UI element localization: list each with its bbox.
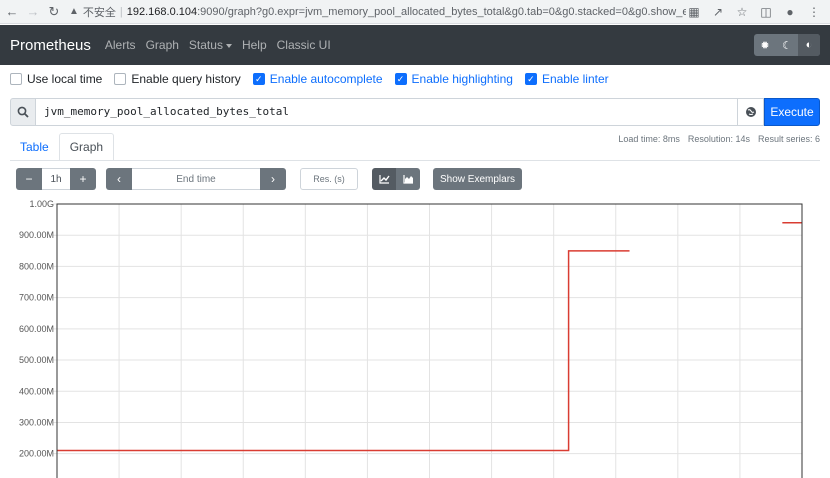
area-chart-icon[interactable] bbox=[396, 168, 420, 190]
enable-linter-label: Enable linter bbox=[541, 72, 609, 86]
enable-query-history-checkbox[interactable]: Enable query history bbox=[114, 72, 241, 86]
warning-icon: ▲ bbox=[69, 6, 79, 17]
chart-canvas: 1.00G 900.00M 800.00M 700.00M 600.00M 500.00M… bbox=[19, 199, 803, 478]
forward-icon[interactable]: → bbox=[24, 3, 42, 21]
sun-icon[interactable]: ✹ bbox=[754, 34, 776, 56]
use-local-time-label: Use local time bbox=[27, 72, 103, 86]
checkmark-icon[interactable]: ✓ bbox=[524, 73, 537, 85]
resolution: Resolution: 14s bbox=[687, 134, 750, 144]
nav-status-label: Status bbox=[188, 38, 223, 52]
graph-controls: − 1h + ‹ End time › Res. (s) Show Exempl… bbox=[16, 168, 523, 190]
browser-toolbar: ← → ↻ ▲ 不安全 | 192.168.0.104:9090/graph?g… bbox=[0, 0, 830, 24]
y-tick-label: 1.00G bbox=[29, 199, 54, 209]
tab-divider bbox=[10, 160, 820, 161]
panel-tabs: Table Graph bbox=[10, 133, 115, 161]
tab-table[interactable]: Table bbox=[10, 133, 59, 161]
y-tick-label: 500.00M bbox=[19, 355, 54, 365]
security-label: 不安全 bbox=[82, 6, 116, 19]
use-local-time-checkbox[interactable]: Use local time bbox=[10, 72, 102, 86]
increase-range-button[interactable]: + bbox=[70, 168, 96, 190]
y-tick-label: 200.00M bbox=[19, 449, 54, 459]
y-tick-label: 700.00M bbox=[19, 293, 54, 303]
enable-query-history-label: Enable query history bbox=[131, 72, 241, 86]
result-series: Result series: 6 bbox=[757, 134, 820, 144]
y-tick-label: 900.00M bbox=[19, 230, 54, 240]
checkmark-icon[interactable]: ✓ bbox=[252, 73, 265, 85]
y-tick-label: 300.00M bbox=[19, 417, 54, 427]
enable-highlighting-label: Enable highlighting bbox=[411, 72, 513, 86]
url-host: 192.168.0.104 bbox=[126, 5, 198, 18]
checkbox-box[interactable] bbox=[114, 73, 127, 85]
translate-icon[interactable]: ▦ bbox=[686, 5, 702, 19]
address-separator: | bbox=[119, 5, 123, 18]
enable-highlighting-checkbox[interactable]: ✓ Enable highlighting bbox=[394, 72, 513, 86]
expression-input[interactable]: jvm_memory_pool_allocated_bytes_total bbox=[36, 98, 738, 126]
globe-icon[interactable] bbox=[738, 98, 764, 126]
menu-icon[interactable]: ⋮ bbox=[806, 5, 822, 19]
address-bar[interactable]: ▲ 不安全 | 192.168.0.104:9090/graph?g0.expr… bbox=[69, 2, 686, 22]
nav-graph[interactable]: Graph bbox=[146, 38, 179, 52]
end-time-control: ‹ End time › bbox=[106, 168, 286, 190]
line-chart-icon[interactable] bbox=[372, 168, 396, 190]
enable-autocomplete-label: Enable autocomplete bbox=[269, 72, 383, 86]
nav-status[interactable]: Status bbox=[189, 38, 232, 52]
show-exemplars-button[interactable]: Show Exemplars bbox=[433, 168, 523, 190]
query-stats: Load time: 8ms Resolution: 14s Result se… bbox=[618, 134, 820, 144]
range-control: − 1h + bbox=[16, 168, 96, 190]
tab-graph[interactable]: Graph bbox=[58, 133, 115, 161]
back-icon[interactable]: ← bbox=[3, 3, 21, 21]
theme-toggle: ✹ ☾ ◐ bbox=[754, 34, 820, 56]
chart-type-toggle bbox=[372, 168, 420, 190]
caret-down-icon bbox=[225, 43, 232, 48]
brand-link[interactable]: Prometheus bbox=[10, 37, 91, 54]
star-icon[interactable]: ☆ bbox=[734, 5, 750, 19]
query-options: Use local time Enable query history ✓ En… bbox=[10, 72, 609, 86]
reload-icon[interactable]: ↻ bbox=[45, 3, 63, 21]
checkbox-box[interactable] bbox=[10, 73, 22, 85]
range-input[interactable]: 1h bbox=[42, 168, 70, 190]
profile-icon[interactable]: ● bbox=[782, 5, 798, 19]
y-tick-label: 800.00M bbox=[19, 261, 54, 271]
search-icon bbox=[10, 98, 36, 126]
top-navbar: Prometheus Alerts Graph Status Help Clas… bbox=[0, 25, 830, 65]
url-path: :9090/graph?g0.expr=jvm_memory_pool_allo… bbox=[197, 5, 686, 18]
checkmark-icon[interactable]: ✓ bbox=[394, 73, 407, 85]
series-line-0[interactable] bbox=[57, 250, 630, 452]
enable-autocomplete-checkbox[interactable]: ✓ Enable autocomplete bbox=[252, 72, 383, 86]
moon-icon[interactable]: ☾ bbox=[776, 34, 798, 56]
expression-bar: jvm_memory_pool_allocated_bytes_total Ex… bbox=[10, 98, 820, 126]
end-time-input[interactable]: End time bbox=[132, 168, 260, 190]
decrease-range-button[interactable]: − bbox=[16, 168, 42, 190]
chevron-right-icon[interactable]: › bbox=[260, 168, 286, 190]
load-time: Load time: 8ms bbox=[618, 134, 680, 144]
nav-classic-ui[interactable]: Classic UI bbox=[277, 38, 331, 52]
nav-alerts[interactable]: Alerts bbox=[105, 38, 136, 52]
nav-help[interactable]: Help bbox=[242, 38, 267, 52]
share-icon[interactable]: ↗ bbox=[710, 5, 726, 19]
sidepanel-icon[interactable]: ◫ bbox=[758, 5, 774, 19]
y-tick-label: 400.00M bbox=[19, 386, 54, 396]
resolution-input[interactable]: Res. (s) bbox=[300, 168, 358, 190]
enable-linter-checkbox[interactable]: ✓ Enable linter bbox=[524, 72, 609, 86]
execute-button[interactable]: Execute bbox=[764, 98, 820, 126]
graph-chart: 1.00G 900.00M 800.00M 700.00M 600.00M 500.00M… bbox=[0, 196, 830, 478]
chevron-left-icon[interactable]: ‹ bbox=[106, 168, 132, 190]
y-tick-label: 600.00M bbox=[19, 324, 54, 334]
contrast-icon[interactable]: ◐ bbox=[798, 34, 820, 56]
